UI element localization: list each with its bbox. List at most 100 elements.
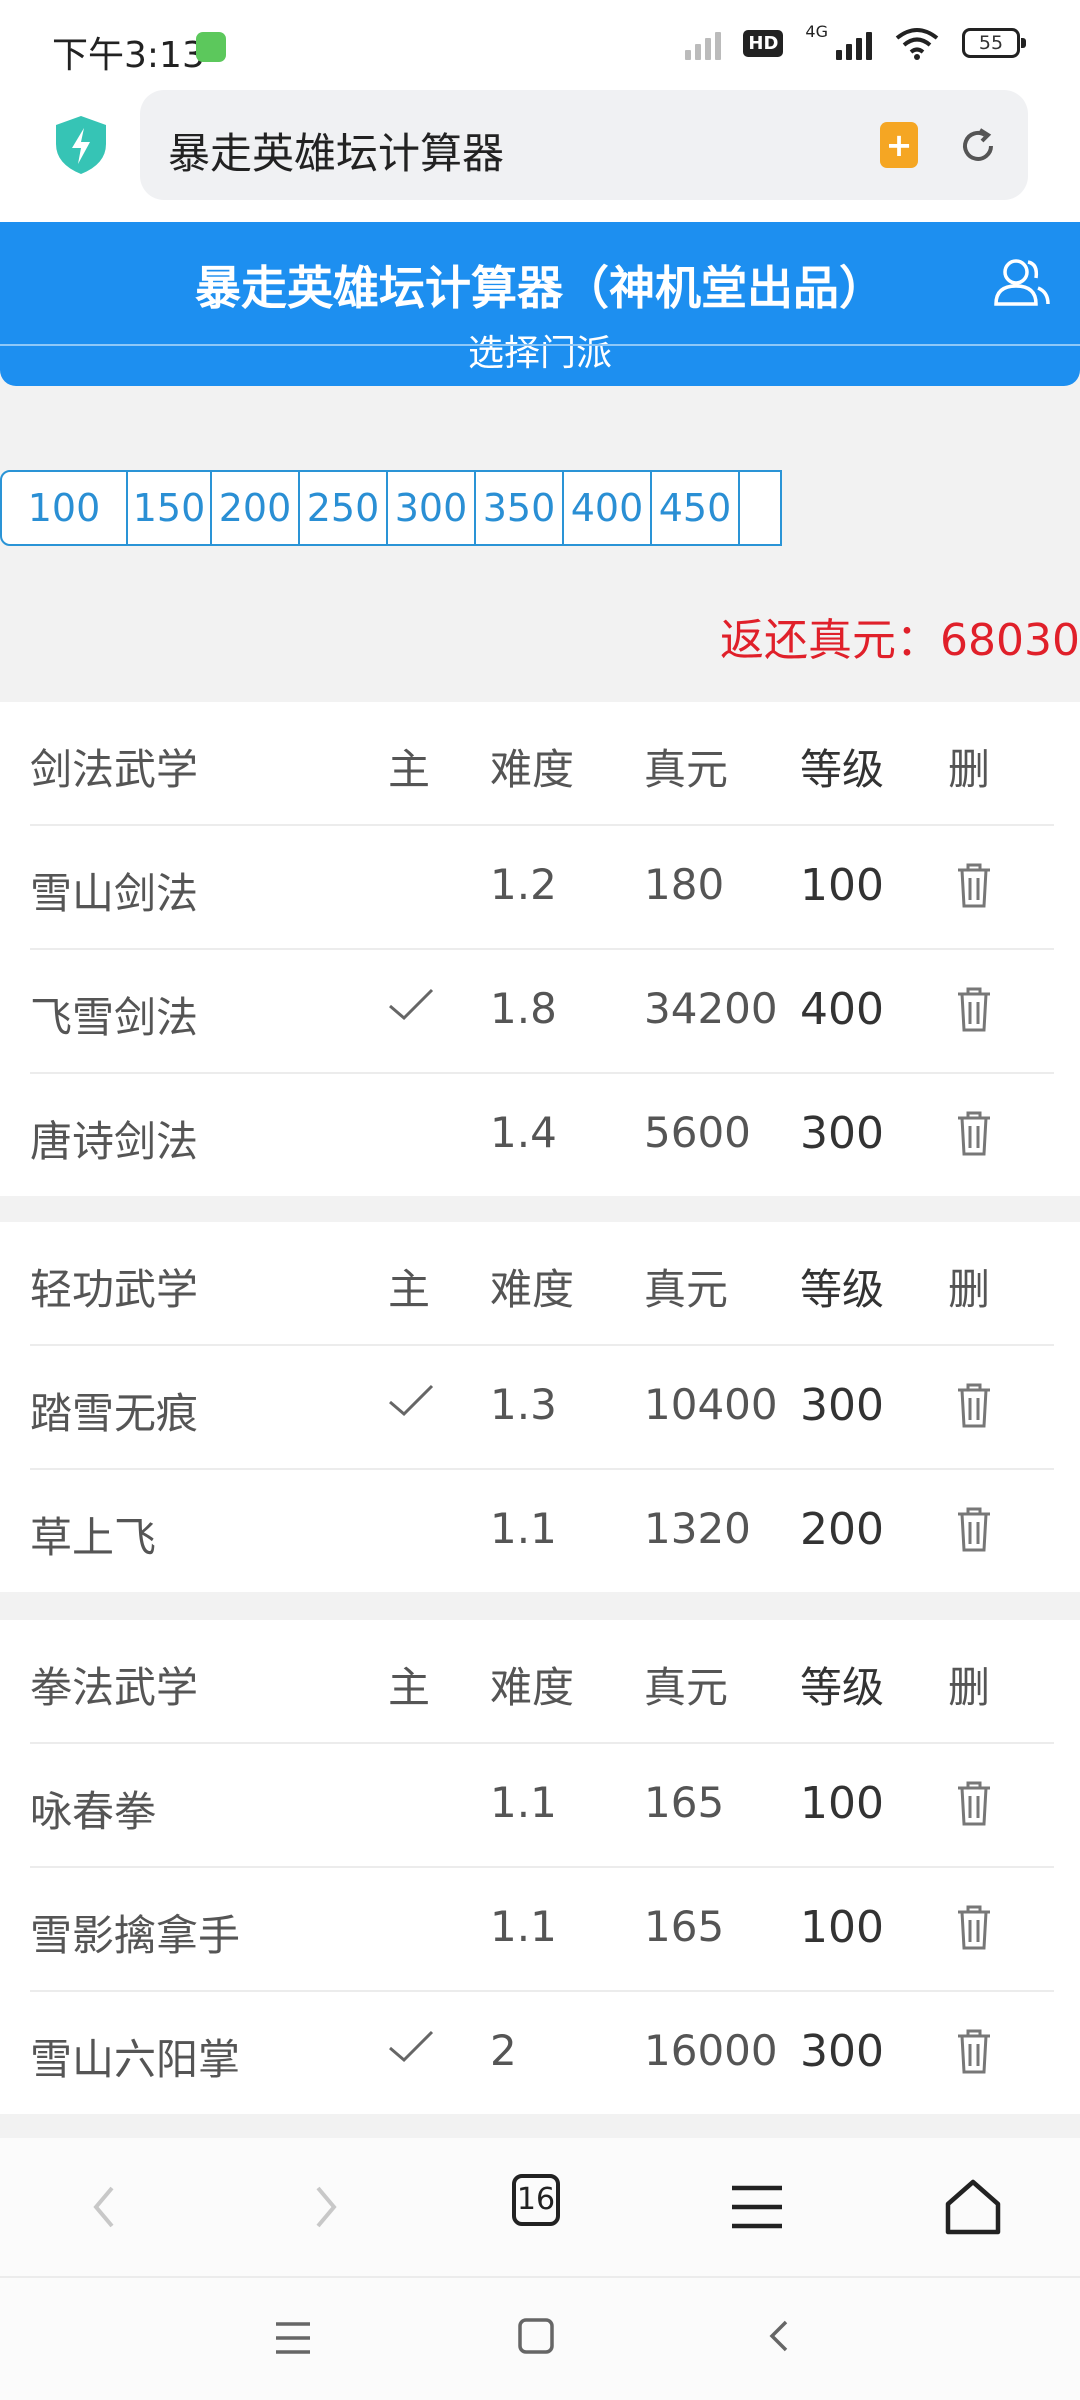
level-selector: 100 150 200 250 300 350 400 450 (0, 470, 1080, 546)
sim2-signal-icon (685, 26, 722, 60)
skill-name: 雪山剑法 (30, 869, 199, 918)
skill-difficulty: 1.3 (490, 1380, 557, 1429)
trash-icon[interactable] (954, 2026, 994, 2076)
trash-icon[interactable] (954, 860, 994, 910)
skill-name: 咏春拳 (30, 1787, 157, 1836)
section-title: 剑法武学 (30, 745, 199, 794)
section-title: 轻功武学 (30, 1265, 199, 1314)
col-yuan: 真元 (644, 745, 729, 794)
level-option[interactable]: 300 (388, 470, 476, 546)
level-option[interactable]: 450 (652, 470, 740, 546)
table-header-row: 剑法武学 主 难度 真元 等级 删 (30, 702, 1054, 826)
forward-icon[interactable] (290, 2172, 360, 2242)
back-icon[interactable] (70, 2172, 140, 2242)
col-main: 主 (388, 1265, 431, 1314)
wifi-icon (895, 28, 939, 60)
home-icon[interactable] (938, 2172, 1008, 2242)
skill-difficulty: 1.1 (490, 1504, 557, 1553)
skill-yuan: 180 (644, 860, 725, 909)
table-row[interactable]: 踏雪无痕 1.3 10400 300 (30, 1346, 1054, 1470)
trash-icon[interactable] (954, 1778, 994, 1828)
skill-difficulty: 1.2 (490, 860, 557, 909)
menu-icon[interactable] (722, 2172, 792, 2242)
skill-yuan: 165 (644, 1778, 725, 1827)
level-option[interactable]: 150 (128, 470, 212, 546)
skill-name: 雪影擒拿手 (30, 1911, 241, 1960)
skill-section: 拳法武学 主 难度 真元 等级 删咏春拳 1.1 165 100 雪影擒拿手 1.1 165 100 雪山… (0, 1620, 1080, 2114)
skill-section: 轻功武学 主 难度 真元 等级 删踏雪无痕 1.3 10400 300 草上飞 1.1 1320 200 (0, 1222, 1080, 1592)
table-row[interactable]: 飞雪剑法 1.8 34200 400 (30, 950, 1054, 1074)
skill-name: 飞雪剑法 (30, 993, 199, 1042)
trash-icon[interactable] (954, 1380, 994, 1430)
skill-yuan: 165 (644, 1902, 725, 1951)
table-row[interactable]: 雪影擒拿手 1.1 165 100 (30, 1868, 1054, 1992)
main-check-icon[interactable] (386, 2026, 436, 2066)
refund-text: 返还真元：68030 (720, 604, 1080, 668)
status-icons: HD 4G 55 (685, 22, 1026, 60)
skill-name: 踏雪无痕 (30, 1389, 199, 1438)
col-level: 等级 (800, 1663, 885, 1712)
level-option[interactable]: 400 (564, 470, 652, 546)
col-main: 主 (388, 1663, 431, 1712)
trash-icon[interactable] (954, 984, 994, 1034)
col-yuan: 真元 (644, 1663, 729, 1712)
notification-app-icon (196, 32, 226, 62)
section-title: 拳法武学 (30, 1663, 199, 1712)
trash-icon[interactable] (954, 1902, 994, 1952)
col-delete: 删 (948, 1663, 991, 1712)
col-delete: 删 (948, 1265, 991, 1314)
table-row[interactable]: 雪山剑法 1.2 180 100 (30, 826, 1054, 950)
url-field[interactable]: 暴走英雄坛计算器 + (140, 90, 1028, 200)
tabs-count-icon[interactable]: 16 (512, 2174, 560, 2226)
recent-apps-icon[interactable] (270, 2318, 316, 2358)
level-option[interactable]: 350 (476, 470, 564, 546)
skill-level[interactable]: 400 (800, 984, 884, 1035)
skill-level[interactable]: 300 (800, 2026, 884, 2077)
add-bookmark-icon[interactable]: + (880, 122, 918, 168)
trash-icon[interactable] (954, 1108, 994, 1158)
skill-name: 草上飞 (30, 1513, 157, 1562)
main-check-icon[interactable] (386, 984, 436, 1024)
skill-level[interactable]: 100 (800, 860, 884, 911)
page-header: 暴走英雄坛计算器（神机堂出品） 选择门派 (0, 222, 1080, 386)
skill-level[interactable]: 300 (800, 1108, 884, 1159)
trash-icon[interactable] (954, 1504, 994, 1554)
hd-badge: HD (743, 29, 784, 57)
table-header-row: 拳法武学 主 难度 真元 等级 删 (30, 1620, 1054, 1744)
system-back-icon[interactable] (760, 2316, 800, 2356)
home-square-icon[interactable] (516, 2316, 556, 2356)
choose-sect-button[interactable]: 选择门派 (0, 324, 1080, 376)
skill-difficulty: 1.1 (490, 1902, 557, 1951)
col-delete: 删 (948, 745, 991, 794)
main-check-icon[interactable] (386, 1380, 436, 1420)
table-header-row: 轻功武学 主 难度 真元 等级 删 (30, 1222, 1054, 1346)
skill-level[interactable]: 100 (800, 1902, 884, 1953)
skill-yuan: 5600 (644, 1108, 751, 1157)
battery-level: 55 (978, 32, 1004, 54)
skill-name: 雪山六阳掌 (30, 2035, 241, 2084)
table-row[interactable]: 咏春拳 1.1 165 100 (30, 1744, 1054, 1868)
level-option-more[interactable] (740, 470, 782, 546)
user-icon[interactable] (992, 252, 1050, 310)
refund-value: 68030 (940, 615, 1080, 666)
refund-label: 返还真元： (720, 615, 941, 666)
network-type: 4G (805, 21, 828, 41)
col-difficulty: 难度 (490, 745, 575, 794)
col-yuan: 真元 (644, 1265, 729, 1314)
skill-difficulty: 1.8 (490, 984, 557, 1033)
skill-level[interactable]: 300 (800, 1380, 884, 1431)
skill-level[interactable]: 100 (800, 1778, 884, 1829)
table-row[interactable]: 草上飞 1.1 1320 200 (30, 1470, 1054, 1592)
table-row[interactable]: 雪山六阳掌 2 16000 300 (30, 1992, 1054, 2114)
system-nav-bar (0, 2278, 1080, 2400)
skill-yuan: 1320 (644, 1504, 751, 1553)
skill-level[interactable]: 200 (800, 1504, 884, 1555)
table-row[interactable]: 唐诗剑法 1.4 5600 300 (30, 1074, 1054, 1196)
level-option[interactable]: 200 (212, 470, 300, 546)
status-time: 下午3:13 (52, 35, 205, 76)
security-shield-icon[interactable] (52, 114, 110, 176)
level-option[interactable]: 100 (0, 470, 128, 546)
reload-icon[interactable] (958, 126, 998, 166)
skill-yuan: 16000 (644, 2026, 778, 2075)
level-option[interactable]: 250 (300, 470, 388, 546)
